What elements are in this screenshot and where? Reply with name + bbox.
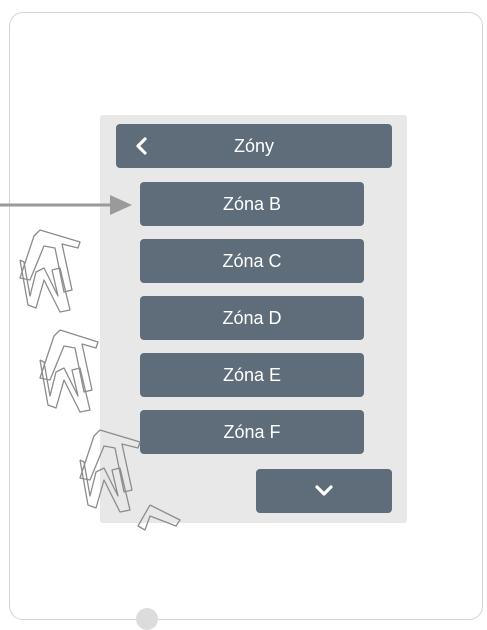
home-indicator (136, 608, 158, 630)
chevron-down-icon (315, 485, 333, 496)
page-title: Zóny (233, 136, 275, 156)
back-button[interactable] (126, 124, 156, 168)
zone-button-d[interactable]: Zóna D (140, 296, 364, 340)
scroll-down-button[interactable] (256, 469, 392, 513)
zone-button-c[interactable]: Zóna C (140, 239, 364, 283)
zone-button-b[interactable]: Zóna B (140, 182, 364, 226)
zone-button-f[interactable]: Zóna F (140, 410, 364, 454)
pointer-arrow-icon (0, 195, 132, 215)
zones-header: Zóny (116, 124, 392, 168)
zone-button-e[interactable]: Zóna E (140, 353, 364, 397)
zone-list: Zóna B Zóna C Zóna D Zóna E Zóna F (140, 182, 364, 467)
chevron-left-icon (136, 137, 147, 155)
